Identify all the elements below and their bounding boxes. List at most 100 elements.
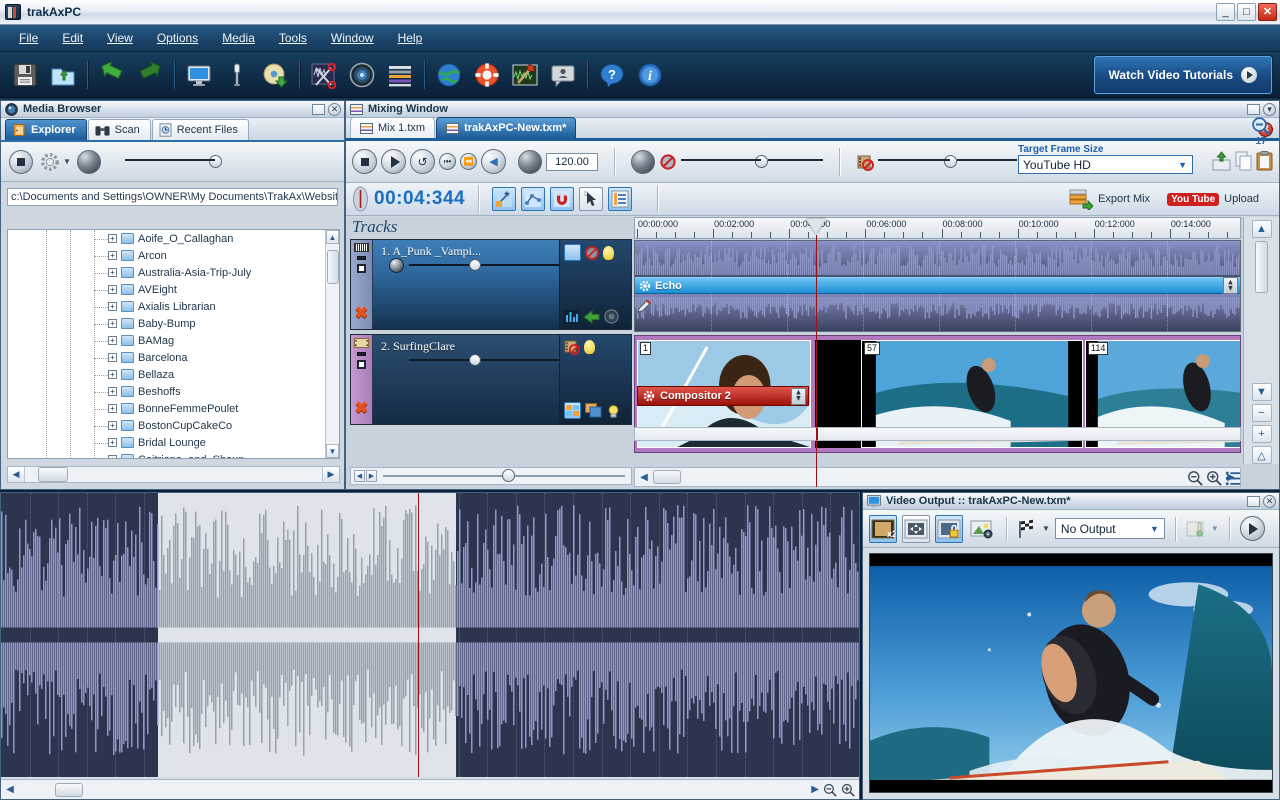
video-output-restore-button[interactable] (1247, 495, 1260, 507)
compositor-spinner[interactable]: ▲ ▼ (791, 387, 806, 405)
maximize-button[interactable]: □ (1237, 3, 1256, 21)
track-video-mute-icon[interactable] (564, 339, 580, 355)
track-volume-slider[interactable] (381, 354, 571, 366)
menu-media[interactable]: Media (211, 28, 266, 48)
folder-row[interactable]: + BostonCupCakeCo (8, 417, 325, 434)
track-row[interactable]: ✖ 1. A_Punk _Vampi... (350, 239, 632, 330)
mix-back-button[interactable]: ◀ (481, 149, 506, 174)
expand-folder-icon[interactable]: + (108, 438, 117, 447)
menu-tools[interactable]: Tools (268, 28, 318, 48)
track-record-icon[interactable] (604, 309, 619, 324)
slider-thumb[interactable] (944, 155, 957, 168)
slider-thumb[interactable] (755, 155, 768, 168)
scroll-left-icon[interactable]: ◀ (1, 784, 19, 795)
minimize-button[interactable]: _ (1216, 3, 1235, 21)
mix-rewind-button[interactable]: ⏪ (460, 153, 477, 170)
folder-row[interactable]: + Arcon (8, 247, 325, 264)
track-row[interactable]: ✖ 2. SurfingClare (350, 334, 632, 425)
scroll-right-icon[interactable]: ▶ (366, 470, 377, 482)
hscroll-thumb[interactable] (38, 467, 68, 482)
menu-edit[interactable]: Edit (51, 28, 94, 48)
folder-row[interactable]: + AVEight (8, 281, 325, 298)
timeline-list-icon[interactable] (1225, 470, 1241, 486)
lifering-icon[interactable] (468, 56, 506, 94)
scroll-up-icon[interactable]: ▲ (1251, 220, 1272, 238)
output-select[interactable]: No Output ▼ (1054, 518, 1165, 539)
zoom-slider-thumb[interactable] (501, 469, 515, 482)
kutter-waveform[interactable] (1, 493, 859, 777)
menu-options[interactable]: Options (146, 28, 209, 48)
track-overlay-icon[interactable] (585, 403, 602, 418)
expand-folder-icon[interactable]: + (108, 234, 117, 243)
track-solo-bulb-icon[interactable] (603, 245, 614, 260)
globe-icon[interactable] (430, 56, 468, 94)
overview-ruler[interactable] (634, 427, 1241, 441)
microphone-icon[interactable] (218, 56, 256, 94)
audio-clip-lane[interactable]: Echo ▲ ▼ (634, 240, 1241, 332)
hscroll-thumb[interactable] (55, 782, 83, 797)
x2-zoom-icon[interactable]: x2 (869, 514, 897, 543)
tempo-knob[interactable] (518, 149, 542, 174)
master-volume-knob[interactable] (631, 149, 655, 174)
zoom-in-vertical-icon[interactable]: + (1251, 425, 1272, 443)
pencil-edit-icon[interactable] (637, 299, 651, 313)
tab-recent-files[interactable]: Recent Files (151, 119, 249, 140)
track-column-scrollbar[interactable]: ◀ ▶ (350, 467, 632, 485)
radar-icon[interactable] (343, 56, 381, 94)
redo-icon[interactable] (131, 56, 169, 94)
watch-video-tutorials-button[interactable]: Watch Video Tutorials (1093, 56, 1272, 94)
paste-icon[interactable] (1256, 151, 1273, 171)
zoom-out-icon[interactable] (1251, 116, 1271, 136)
delete-track-icon[interactable]: ✖ (355, 303, 368, 323)
folder-row[interactable]: + BAMag (8, 332, 325, 349)
tab-explorer[interactable]: Explorer (5, 119, 87, 140)
expand-folder-icon[interactable]: + (108, 285, 117, 294)
path-input[interactable]: c:\Documents and Settings\OWNER\My Docum… (7, 188, 338, 206)
tempo-value[interactable]: 120.00 (546, 152, 598, 171)
close-button[interactable]: ✕ (1258, 3, 1277, 21)
video-mute-icon[interactable] (856, 153, 874, 171)
export-mix-button[interactable]: Export Mix (1063, 188, 1156, 210)
folder-row[interactable]: + Barcelona (8, 349, 325, 366)
photo-capture-icon[interactable] (968, 515, 996, 543)
track-pan-knob[interactable] (389, 257, 404, 273)
envelope-nodes-icon[interactable] (521, 187, 546, 211)
magnet-snap-icon[interactable] (550, 187, 575, 211)
stop-button[interactable] (9, 149, 33, 174)
scrollbar-thumb[interactable] (327, 250, 339, 284)
help-question-icon[interactable]: ? (593, 56, 631, 94)
menu-file[interactable]: File (8, 28, 49, 48)
folder-row[interactable]: + Australia-Asia-Trip-July (8, 264, 325, 281)
delete-track-icon[interactable]: ✖ (355, 398, 368, 418)
fit-icon[interactable] (902, 514, 930, 543)
monitor-icon[interactable] (180, 56, 218, 94)
scroll-left-icon[interactable]: ◀ (354, 470, 365, 482)
cd-rip-icon[interactable] (256, 56, 294, 94)
tree-horizontal-scrollbar[interactable]: ◀ ▶ (7, 466, 340, 483)
folder-row[interactable]: + Axialis Librarian (8, 298, 325, 315)
track-grid-icon[interactable] (564, 402, 581, 419)
folder-row[interactable]: + BonneFemmePoulet (8, 400, 325, 417)
volume-knob[interactable] (76, 149, 101, 174)
tab-trakaxpc-new[interactable]: trakAxPC-New.txm* (436, 117, 577, 138)
folder-row[interactable]: + Beshoffs (8, 383, 325, 400)
info-icon[interactable]: i (631, 56, 669, 94)
mix-loop-button[interactable]: ↺ (410, 149, 435, 174)
snapshot-lock-icon[interactable] (935, 514, 963, 543)
expand-folder-icon[interactable]: + (108, 319, 117, 328)
folder-row[interactable]: + Caitriona_and_Shaun (8, 451, 325, 458)
video-preview[interactable] (869, 553, 1273, 793)
menu-help[interactable]: Help (387, 28, 434, 48)
expand-folder-icon[interactable]: + (108, 370, 117, 379)
mix-play-button[interactable] (381, 149, 406, 174)
master-volume-slider[interactable] (681, 155, 823, 169)
track-meter-icon[interactable] (564, 309, 579, 324)
expand-folder-icon[interactable]: + (108, 387, 117, 396)
youtube-upload-button[interactable]: You Tube Upload (1161, 192, 1265, 206)
output-flag-dropdown[interactable]: ▼ (1017, 519, 1050, 539)
undo-icon[interactable] (93, 56, 131, 94)
save-icon[interactable] (6, 56, 44, 94)
media-browser-restore-button[interactable] (312, 103, 325, 115)
scroll-down-icon[interactable]: ▼ (326, 444, 339, 458)
expand-folder-icon[interactable]: + (108, 302, 117, 311)
